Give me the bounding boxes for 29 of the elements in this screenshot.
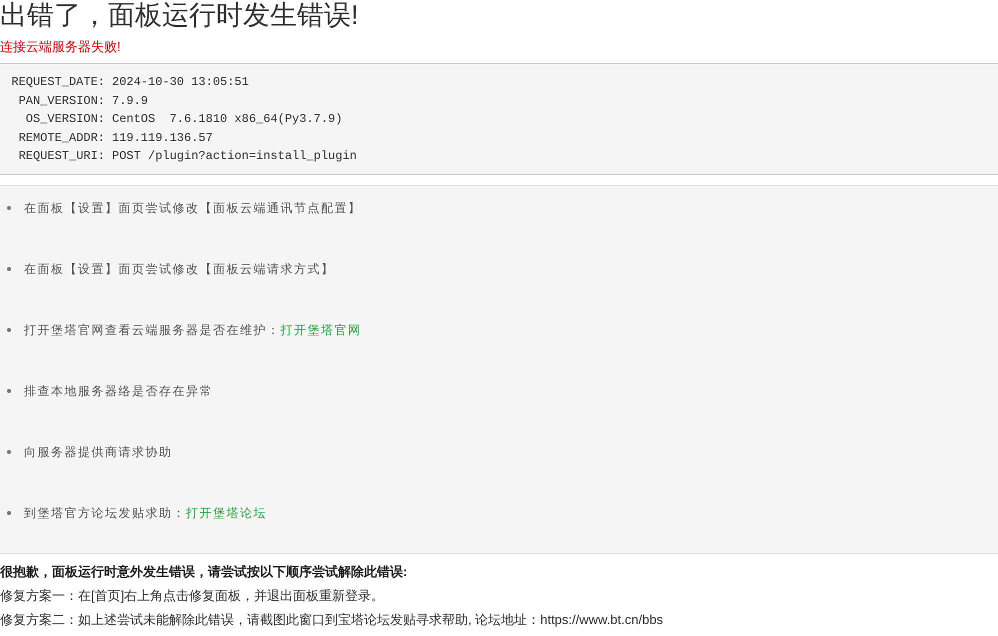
link[interactable]: 打开堡塔官网 — [280, 322, 362, 338]
page-title: 出错了，面板运行时发生错误! — [0, 0, 359, 30]
info-label: OS_VERSION: — [24, 111, 105, 128]
info-value: 119.119.136.57 — [112, 130, 213, 147]
info-value: CentOS 7.6.1810 x86_64(Py3.7.9) — [112, 111, 342, 128]
info-value: 7.9.9 — [112, 92, 148, 110]
info-value: 2024-10-30 13:05:51 — [112, 74, 249, 91]
suggestion-text: 排查本地服务器络是否存在异常 — [24, 383, 213, 399]
error-message: 连接云端服务器失败! — [0, 39, 121, 55]
bullet-icon — [7, 511, 11, 515]
suggestion-text: 向服务器提供商请求协助 — [24, 444, 172, 460]
bullet-icon — [7, 328, 11, 332]
bullet-icon — [7, 206, 11, 210]
fix-text: 修复方案二：如上述尝试未能解除此错误，请截图此窗口到宝塔论坛发贴寻求帮助, 论坛地址：https://www.bt.cn/bbs — [0, 610, 664, 629]
info-label: PAN_VERSION: — [18, 92, 105, 110]
info-label: REQUEST_DATE: — [10, 74, 105, 91]
apology-text: 很抱歉，面板运行时意外发生错误，请尝试按以下顺序尝试解除此错误: — [0, 563, 408, 581]
info-value: POST /plugin?action=install_plugin — [112, 148, 357, 166]
suggestion-text: 到堡塔官方论坛发贴求助： — [24, 505, 186, 521]
info-label: REQUEST_URI: — [18, 148, 105, 166]
link[interactable]: 打开堡塔论坛 — [186, 505, 267, 521]
bullet-icon — [7, 267, 11, 271]
suggestion-text: 打开堡塔官网查看云端服务器是否在维护： — [24, 322, 280, 338]
bullet-icon — [7, 389, 11, 393]
suggestion-text: 在面板【设置】面页尝试修改【面板云端请求方式】 — [24, 261, 334, 277]
info-label: REMOTE_ADDR: — [18, 130, 105, 147]
bullet-icon — [7, 450, 11, 454]
suggestion-text: 在面板【设置】面页尝试修改【面板云端通讯节点配置】 — [24, 200, 362, 216]
fix-text: 修复方案一：在[首页]右上角点击修复面板，并退出面板重新登录。 — [0, 587, 384, 605]
